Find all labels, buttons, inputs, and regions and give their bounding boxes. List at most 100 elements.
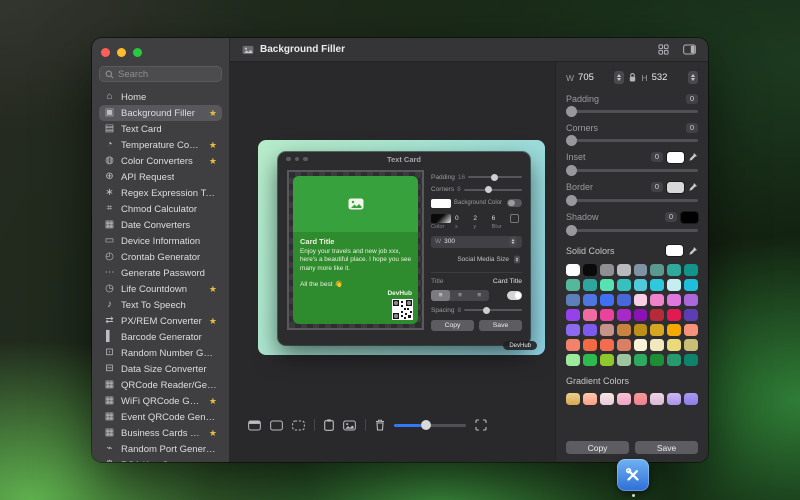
color-swatch[interactable]	[566, 354, 580, 366]
color-swatch[interactable]	[633, 354, 648, 366]
eyedropper-icon[interactable]	[688, 246, 698, 256]
card-width-field[interactable]: W 300	[431, 235, 522, 248]
color-swatch[interactable]	[599, 324, 614, 336]
color-swatch[interactable]	[616, 339, 631, 351]
sidebar-item-event-qrcode-generator[interactable]: ▦ Event QRCode Generator	[99, 409, 222, 425]
sidebar-item-text-to-speech[interactable]: ♪ Text To Speech	[99, 297, 222, 313]
shadow-slider[interactable]	[566, 225, 698, 236]
color-swatch[interactable]	[633, 294, 648, 306]
inset-value[interactable]: 0	[651, 152, 663, 162]
panel-save-button[interactable]: Save	[635, 441, 698, 454]
color-swatch[interactable]	[633, 279, 648, 291]
fit-to-screen-button[interactable]	[475, 419, 487, 431]
height-stepper[interactable]	[688, 71, 699, 84]
color-swatch[interactable]	[667, 354, 682, 366]
color-swatch[interactable]	[684, 264, 698, 276]
lock-aspect-icon[interactable]	[628, 72, 637, 83]
color-swatch[interactable]	[582, 264, 597, 276]
color-swatch[interactable]	[667, 279, 682, 291]
sidebar-item-generate-password[interactable]: ⋯ Generate Password	[99, 265, 222, 281]
color-swatch[interactable]	[582, 279, 597, 291]
border-eyedropper-icon[interactable]	[688, 182, 698, 192]
width-stepper[interactable]	[614, 71, 625, 84]
sidebar-item-random-number-generator[interactable]: ⊡ Random Number Generator	[99, 345, 222, 361]
color-swatch[interactable]	[667, 324, 682, 336]
shadow-color-swatch[interactable]	[431, 213, 451, 223]
devhub-dock-icon[interactable]	[617, 459, 649, 491]
color-swatch[interactable]	[633, 264, 648, 276]
color-swatch[interactable]	[566, 279, 580, 291]
color-swatch[interactable]	[566, 339, 580, 351]
sidebar-item-qrcode-reader-generator[interactable]: ▦ QRCode Reader/Generator	[99, 377, 222, 393]
sidebar-item-device-information[interactable]: ▭ Device Information	[99, 233, 222, 249]
color-swatch[interactable]	[582, 294, 597, 306]
color-swatch[interactable]	[616, 264, 631, 276]
zoom-button[interactable]	[133, 48, 142, 57]
sidebar-item-business-cards-qrcode[interactable]: ▦ Business Cards QRCode... ★	[99, 425, 222, 441]
title-visible-toggle[interactable]	[507, 291, 522, 300]
color-swatch[interactable]	[582, 309, 597, 321]
shadow-reset-icon[interactable]	[510, 213, 519, 223]
color-swatch[interactable]	[667, 294, 682, 306]
size-preset-dropdown[interactable]: Social Media Size	[431, 253, 522, 266]
sidebar-item-background-filler[interactable]: ▣ Background Filler ★	[99, 105, 222, 121]
insert-image-button[interactable]	[343, 420, 356, 431]
card-width-stepper[interactable]	[509, 236, 517, 247]
shadow-color-swatch[interactable]	[681, 211, 698, 223]
gradient-swatch[interactable]	[684, 393, 698, 405]
close-button[interactable]	[101, 48, 110, 57]
gradient-swatch[interactable]	[582, 393, 597, 405]
sidebar-item-crontab-generator[interactable]: ◴ Crontab Generator	[99, 249, 222, 265]
gradient-swatch[interactable]	[566, 393, 580, 405]
background-preview[interactable]: Text Card Card Title Enjoy your travels …	[258, 140, 545, 355]
grid-apps-icon[interactable]	[658, 44, 669, 55]
color-swatch[interactable]	[650, 339, 665, 351]
paste-button[interactable]	[324, 419, 334, 431]
corners-slider[interactable]	[566, 135, 698, 146]
padding-slider-thumb[interactable]	[566, 106, 577, 117]
color-swatch[interactable]	[599, 279, 614, 291]
gradient-swatch[interactable]	[633, 393, 648, 405]
search-field[interactable]	[99, 66, 222, 82]
zoom-slider-thumb[interactable]	[421, 420, 432, 430]
color-swatch[interactable]	[633, 339, 648, 351]
sidebar-item-api-request[interactable]: ⊕ API Request	[99, 169, 222, 185]
color-swatch[interactable]	[667, 309, 682, 321]
background-color-swatch[interactable]	[431, 198, 451, 208]
gradient-swatch[interactable]	[616, 393, 631, 405]
color-swatch[interactable]	[650, 309, 665, 321]
shadow-x-value[interactable]: 0	[455, 215, 473, 222]
sidebar-item-life-countdown[interactable]: ◷ Life Countdown ★	[99, 281, 222, 297]
sidebar-item-rsa-key-generator[interactable]: ⚙ RSA Key Generator	[99, 457, 222, 463]
card-title-field-value[interactable]: Card Title	[493, 278, 522, 285]
color-swatch[interactable]	[684, 354, 698, 366]
current-color-swatch[interactable]	[666, 245, 683, 256]
inset-slider[interactable]	[566, 165, 698, 176]
search-input[interactable]	[118, 68, 216, 80]
color-swatch[interactable]	[599, 354, 614, 366]
color-swatch[interactable]	[684, 324, 698, 336]
color-swatch[interactable]	[566, 309, 580, 321]
sidebar-item-wifi-qrcode-generator[interactable]: ▦ WiFi QRCode Generator ★	[99, 393, 222, 409]
inset-color-swatch[interactable]	[667, 151, 684, 163]
color-swatch[interactable]	[684, 294, 698, 306]
gradient-swatch[interactable]	[599, 393, 614, 405]
panel-copy-button[interactable]: Copy	[566, 441, 629, 454]
color-swatch[interactable]	[599, 264, 614, 276]
spacing-slider[interactable]	[464, 306, 522, 314]
align-center-button[interactable]: ≡	[450, 290, 469, 301]
color-swatch[interactable]	[599, 294, 614, 306]
color-swatch[interactable]	[684, 279, 698, 291]
border-color-swatch[interactable]	[667, 181, 684, 193]
color-swatch[interactable]	[599, 339, 614, 351]
border-value[interactable]: 0	[651, 182, 663, 192]
sidebar-item-color-converters[interactable]: ◍ Color Converters ★	[99, 153, 222, 169]
gradient-swatch[interactable]	[667, 393, 682, 405]
color-swatch[interactable]	[616, 294, 631, 306]
height-value[interactable]: 532	[652, 72, 668, 83]
color-swatch[interactable]	[667, 264, 682, 276]
color-swatch[interactable]	[566, 294, 580, 306]
padding-slider[interactable]	[566, 106, 698, 117]
color-swatch[interactable]	[616, 354, 631, 366]
color-swatch[interactable]	[650, 264, 665, 276]
